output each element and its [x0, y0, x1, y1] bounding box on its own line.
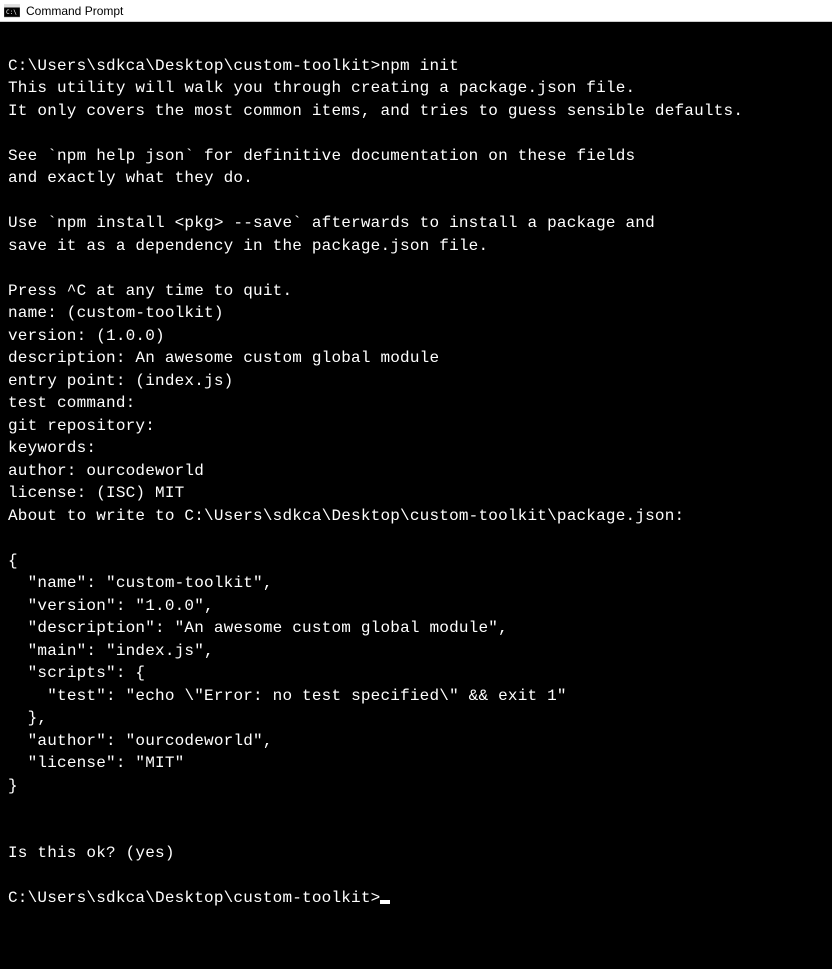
terminal-line: "name": "custom-toolkit", [8, 574, 273, 592]
terminal-line: keywords: [8, 439, 96, 457]
terminal-line: } [8, 777, 18, 795]
terminal-line: "main": "index.js", [8, 642, 214, 660]
terminal-line: entry point: (index.js) [8, 372, 233, 390]
terminal-line: C:\Users\sdkca\Desktop\custom-toolkit>np… [8, 57, 459, 75]
terminal-line: "version": "1.0.0", [8, 597, 214, 615]
terminal-line: description: An awesome custom global mo… [8, 349, 439, 367]
cmd-icon: C:\ [4, 3, 20, 19]
terminal-line: It only covers the most common items, an… [8, 102, 743, 120]
terminal-line: }, [8, 709, 47, 727]
terminal-line: and exactly what they do. [8, 169, 253, 187]
terminal-line: license: (ISC) MIT [8, 484, 184, 502]
window-titlebar[interactable]: C:\ Command Prompt [0, 0, 832, 22]
terminal-line: { [8, 552, 18, 570]
terminal-line: test command: [8, 394, 135, 412]
terminal-line: "author": "ourcodeworld", [8, 732, 273, 750]
terminal-output[interactable]: C:\Users\sdkca\Desktop\custom-toolkit>np… [0, 22, 832, 918]
terminal-line: Use `npm install <pkg> --save` afterward… [8, 214, 655, 232]
terminal-line: Press ^C at any time to quit. [8, 282, 292, 300]
terminal-line: This utility will walk you through creat… [8, 79, 635, 97]
terminal-line: "test": "echo \"Error: no test specified… [8, 687, 567, 705]
terminal-line: "scripts": { [8, 664, 145, 682]
terminal-line: Is this ok? (yes) [8, 844, 175, 862]
terminal-line: name: (custom-toolkit) [8, 304, 224, 322]
terminal-line: About to write to C:\Users\sdkca\Desktop… [8, 507, 684, 525]
terminal-prompt-line: C:\Users\sdkca\Desktop\custom-toolkit> [8, 889, 380, 907]
terminal-line: See `npm help json` for definitive docum… [8, 147, 635, 165]
window-title: Command Prompt [26, 4, 123, 18]
terminal-line: "license": "MIT" [8, 754, 184, 772]
terminal-line: "description": "An awesome custom global… [8, 619, 508, 637]
svg-text:C:\: C:\ [6, 9, 17, 16]
terminal-line: version: (1.0.0) [8, 327, 165, 345]
terminal-line: git repository: [8, 417, 155, 435]
terminal-line: save it as a dependency in the package.j… [8, 237, 488, 255]
terminal-line: author: ourcodeworld [8, 462, 204, 480]
terminal-cursor [380, 900, 390, 904]
